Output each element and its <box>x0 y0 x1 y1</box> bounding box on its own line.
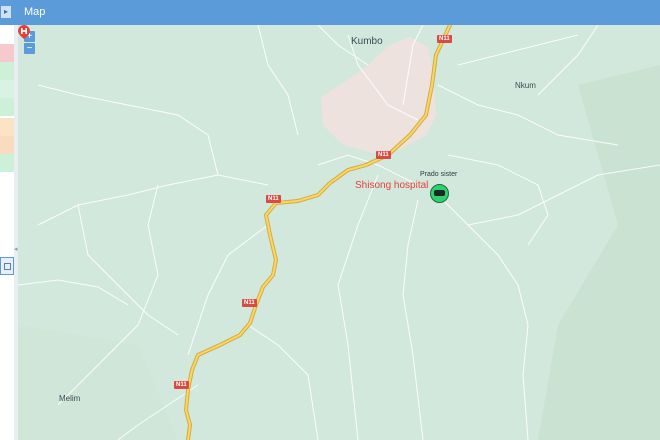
grid-view-icon[interactable] <box>0 257 14 275</box>
road-shield-n11: N11 <box>376 151 391 159</box>
expand-arrow-icon[interactable]: ▸ <box>1 6 11 18</box>
place-label-kumbo: Kumbo <box>351 36 383 47</box>
map-layer <box>18 25 660 440</box>
list-row-green[interactable] <box>0 98 14 116</box>
place-label-nkum: Nkum <box>515 81 536 90</box>
vehicle-marker-icon[interactable] <box>430 184 449 203</box>
list-row-orange[interactable] <box>0 118 14 136</box>
road-shield-n11: N11 <box>437 35 452 43</box>
road-shield-n11: N11 <box>266 195 281 203</box>
list-row-green[interactable] <box>0 62 14 80</box>
page-title: Map <box>24 6 46 18</box>
kumbo-urban-area <box>321 37 436 153</box>
vehicle-label: Prado sister <box>420 171 458 178</box>
left-panel-header: ▸ <box>0 0 14 25</box>
road-shield-n11: N11 <box>174 381 189 389</box>
map-header: Map <box>14 0 660 25</box>
road-shield-n11: N11 <box>242 299 257 307</box>
list-row-orange[interactable] <box>0 136 14 154</box>
hospital-pin-icon[interactable] <box>18 25 30 39</box>
left-side-panel: ▸ <box>0 0 15 440</box>
zoom-out-button[interactable]: − <box>24 43 35 54</box>
map-canvas[interactable]: + − Kumbo Nkum Melim N11 N11 N11 N11 N11… <box>18 25 660 440</box>
place-label-melim: Melim <box>59 394 81 403</box>
list-row-red[interactable] <box>0 44 14 62</box>
list-row-green[interactable] <box>0 80 14 98</box>
poi-label-hospital[interactable]: Shisong hospital <box>355 180 428 191</box>
list-row-green[interactable] <box>0 154 14 172</box>
